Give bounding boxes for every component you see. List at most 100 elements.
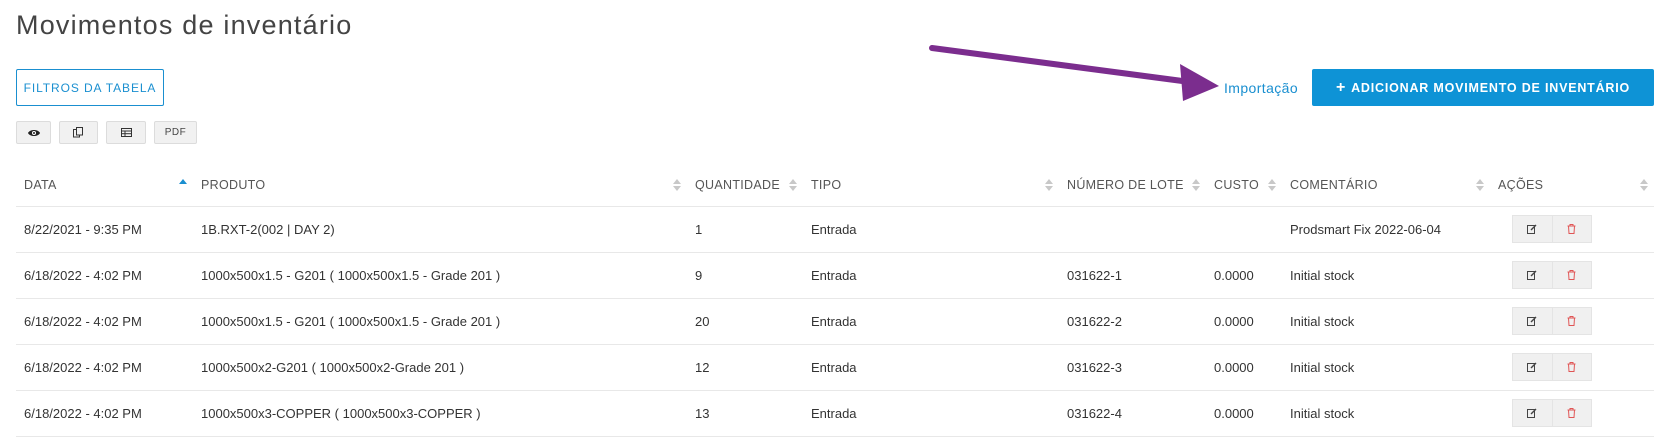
sort-icon: [1268, 179, 1276, 193]
edit-icon: [1527, 316, 1537, 326]
delete-button[interactable]: [1551, 261, 1592, 289]
cell-lote: 031622-4: [1059, 390, 1206, 437]
inventory-movements-table: DATA PRODUTO QUANTIDADE TIPO NÚMERO DE L…: [16, 164, 1654, 437]
trash-icon: [1567, 270, 1576, 280]
eye-icon: [27, 129, 40, 136]
delete-button[interactable]: [1551, 353, 1592, 381]
excel-export-button[interactable]: [106, 121, 146, 144]
delete-button[interactable]: [1551, 307, 1592, 335]
sort-icon: [1192, 179, 1200, 193]
edit-button[interactable]: [1512, 399, 1552, 427]
table-row: 6/18/2022 - 4:02 PM 1000x500x3-COPPER ( …: [16, 390, 1654, 437]
cell-tipo: Entrada: [803, 206, 1059, 253]
column-header-lote[interactable]: NÚMERO DE LOTE: [1059, 164, 1206, 207]
cell-tipo: Entrada: [803, 390, 1059, 437]
cell-data: 6/18/2022 - 4:02 PM: [16, 298, 193, 345]
edit-button[interactable]: [1512, 261, 1552, 289]
cell-produto: 1000x500x2-G201 ( 1000x500x2-Grade 201 ): [193, 344, 687, 391]
delete-button[interactable]: [1551, 399, 1592, 427]
table-filters-button[interactable]: FILTROS DA TABELA: [16, 69, 164, 106]
trash-icon: [1567, 316, 1576, 326]
trash-icon: [1567, 224, 1576, 234]
table-tools: PDF: [16, 121, 205, 144]
cell-quantidade: 12: [687, 344, 803, 391]
cell-data: 6/18/2022 - 4:02 PM: [16, 344, 193, 391]
cell-tipo: Entrada: [803, 344, 1059, 391]
column-header-custo[interactable]: CUSTO: [1206, 164, 1282, 207]
cell-comentario: Initial stock: [1282, 298, 1490, 345]
cell-lote: 031622-3: [1059, 344, 1206, 391]
cell-lote: [1059, 206, 1206, 253]
sort-icon: [789, 179, 797, 193]
trash-icon: [1567, 362, 1576, 372]
cell-comentario: Initial stock: [1282, 344, 1490, 391]
cell-comentario: Initial stock: [1282, 390, 1490, 437]
cell-acoes: [1490, 252, 1654, 299]
column-header-data[interactable]: DATA: [16, 164, 193, 207]
cell-comentario: Initial stock: [1282, 252, 1490, 299]
cell-acoes: [1490, 298, 1654, 345]
edit-button[interactable]: [1512, 307, 1552, 335]
copy-button[interactable]: [59, 121, 98, 144]
cell-lote: 031622-1: [1059, 252, 1206, 299]
table-icon: [120, 128, 132, 137]
cell-data: 6/18/2022 - 4:02 PM: [16, 390, 193, 437]
column-header-quantidade[interactable]: QUANTIDADE: [687, 164, 803, 207]
cell-tipo: Entrada: [803, 298, 1059, 345]
cell-produto: 1000x500x1.5 - G201 ( 1000x500x1.5 - Gra…: [193, 252, 687, 299]
row-actions: [1512, 353, 1592, 381]
cell-comentario: Prodsmart Fix 2022-06-04: [1282, 206, 1490, 253]
table-row: 6/18/2022 - 4:02 PM 1000x500x2-G201 ( 10…: [16, 344, 1654, 391]
cell-acoes: [1490, 344, 1654, 391]
trash-icon: [1567, 408, 1576, 418]
cell-tipo: Entrada: [803, 252, 1059, 299]
sort-ascending-icon: [179, 179, 187, 193]
add-button-label: ADICIONAR MOVIMENTO DE INVENTÁRIO: [1351, 80, 1631, 95]
page-title: Movimentos de inventário: [16, 10, 353, 40]
column-visibility-button[interactable]: [16, 121, 51, 144]
row-actions: [1512, 261, 1592, 289]
cell-data: 8/22/2021 - 9:35 PM: [16, 206, 193, 253]
cell-data: 6/18/2022 - 4:02 PM: [16, 252, 193, 299]
pdf-export-button[interactable]: PDF: [154, 121, 197, 144]
cell-custo: [1206, 206, 1282, 253]
column-header-acoes[interactable]: AÇÕES: [1490, 164, 1654, 207]
cell-produto: 1000x500x3-COPPER ( 1000x500x3-COPPER ): [193, 390, 687, 437]
cell-custo: 0.0000: [1206, 344, 1282, 391]
cell-produto: 1B.RXT-2(002 | DAY 2): [193, 206, 687, 253]
cell-custo: 0.0000: [1206, 252, 1282, 299]
table-row: 6/18/2022 - 4:02 PM 1000x500x1.5 - G201 …: [16, 298, 1654, 345]
edit-icon: [1527, 270, 1537, 280]
sort-icon: [673, 179, 681, 193]
sort-icon: [1045, 179, 1053, 193]
table-header-row: DATA PRODUTO QUANTIDADE TIPO NÚMERO DE L…: [16, 164, 1654, 207]
table-row: 6/18/2022 - 4:02 PM 1000x500x1.5 - G201 …: [16, 252, 1654, 299]
row-actions: [1512, 215, 1592, 243]
edit-icon: [1527, 408, 1537, 418]
table-row: 8/22/2021 - 9:35 PM 1B.RXT-2(002 | DAY 2…: [16, 206, 1654, 253]
delete-button[interactable]: [1551, 215, 1592, 243]
import-link[interactable]: Importação: [1224, 80, 1298, 96]
cell-quantidade: 20: [687, 298, 803, 345]
row-actions: [1512, 307, 1592, 335]
add-inventory-movement-button[interactable]: + ADICIONAR MOVIMENTO DE INVENTÁRIO: [1312, 69, 1654, 106]
cell-quantidade: 1: [687, 206, 803, 253]
column-header-tipo[interactable]: TIPO: [803, 164, 1059, 207]
row-actions: [1512, 399, 1592, 427]
cell-lote: 031622-2: [1059, 298, 1206, 345]
cell-produto: 1000x500x1.5 - G201 ( 1000x500x1.5 - Gra…: [193, 298, 687, 345]
cell-quantidade: 9: [687, 252, 803, 299]
sort-icon: [1476, 179, 1484, 193]
edit-icon: [1527, 224, 1537, 234]
cell-quantidade: 13: [687, 390, 803, 437]
cell-acoes: [1490, 206, 1654, 253]
cell-custo: 0.0000: [1206, 298, 1282, 345]
column-header-comentario[interactable]: COMENTÁRIO: [1282, 164, 1490, 207]
edit-button[interactable]: [1512, 353, 1552, 381]
column-header-produto[interactable]: PRODUTO: [193, 164, 687, 207]
edit-button[interactable]: [1512, 215, 1552, 243]
copy-icon: [73, 127, 83, 138]
cell-acoes: [1490, 390, 1654, 437]
cell-custo: 0.0000: [1206, 390, 1282, 437]
plus-icon: +: [1335, 78, 1347, 96]
